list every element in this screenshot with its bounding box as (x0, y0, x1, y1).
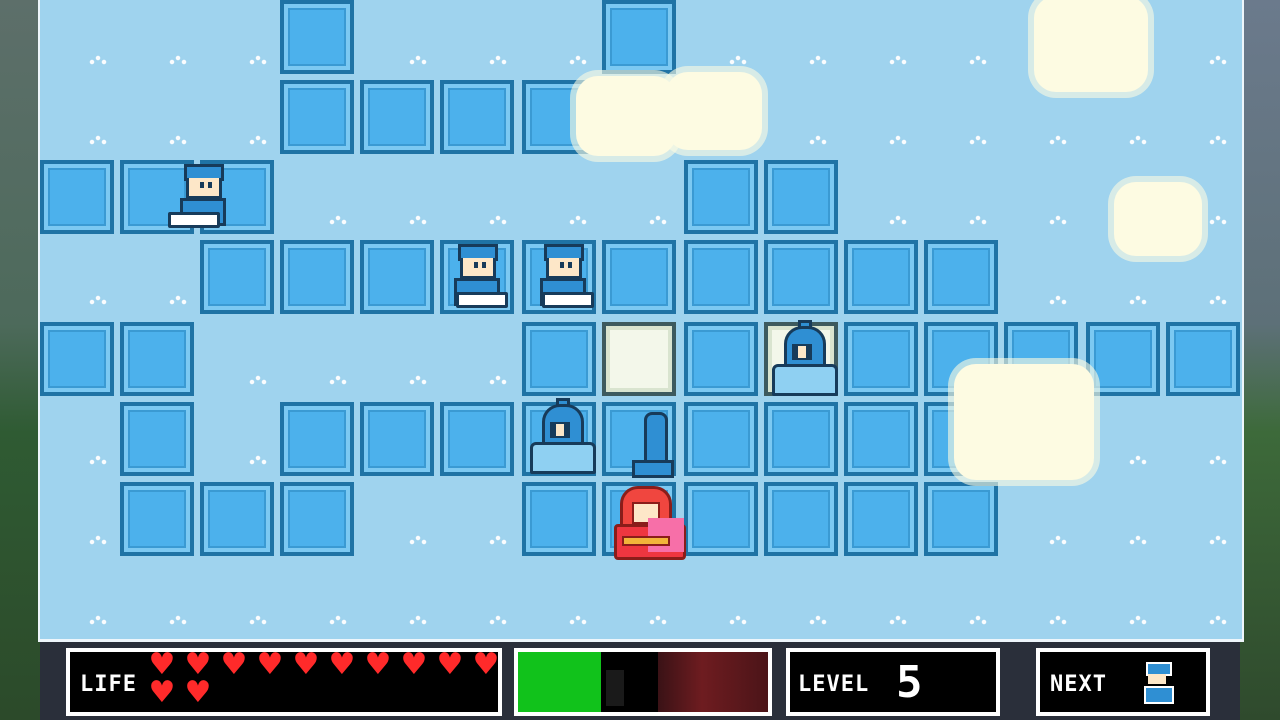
right-scenery (1240, 0, 1280, 720)
board-tile[interactable] (844, 402, 918, 476)
heart-icon: ♥ (148, 675, 176, 710)
board-tile[interactable] (40, 160, 114, 234)
heart-icon: ♥ (400, 647, 428, 682)
cloud (954, 364, 1094, 480)
board-tile[interactable] (280, 80, 354, 154)
board-tile[interactable] (844, 482, 918, 556)
board-tile[interactable] (684, 160, 758, 234)
board-tile[interactable] (440, 402, 514, 476)
highlighted-tile[interactable] (602, 322, 676, 396)
next-label: NEXT (1050, 672, 1107, 697)
power-gauge (514, 648, 772, 716)
enemy-soldier[interactable] (528, 240, 602, 314)
board-tile[interactable] (522, 322, 596, 396)
level-label: LEVEL (798, 672, 870, 697)
gauge-marker (606, 670, 624, 706)
board-tile[interactable] (684, 322, 758, 396)
board-tile[interactable] (1166, 322, 1240, 396)
left-scenery (0, 0, 40, 720)
board-tile[interactable] (522, 482, 596, 556)
enemy-soldier[interactable] (442, 240, 516, 314)
level-panel: LEVEL 5 (786, 648, 1000, 716)
board-tile[interactable] (120, 482, 194, 556)
board-tile[interactable] (844, 322, 918, 396)
cloud (576, 76, 676, 156)
heart-icon: ♥ (292, 647, 320, 682)
game-board[interactable] (38, 0, 1244, 642)
cloud (1034, 0, 1148, 92)
enemy-knight[interactable] (764, 320, 838, 398)
board-tile[interactable] (602, 240, 676, 314)
life-panel: LIFE ♥ ♥ ♥ ♥ ♥ ♥ ♥ ♥ ♥ ♥ ♥ ♥ (66, 648, 502, 716)
board-tile[interactable] (924, 482, 998, 556)
heart-icon: ♥ (220, 647, 248, 682)
enemy-soldier[interactable] (168, 160, 242, 234)
board-tile[interactable] (280, 402, 354, 476)
enemy-knight[interactable] (522, 398, 596, 476)
board-tile[interactable] (1086, 322, 1160, 396)
tower-piece[interactable] (632, 406, 674, 478)
board-tile[interactable] (764, 160, 838, 234)
board-tile[interactable] (360, 80, 434, 154)
board-tile[interactable] (764, 482, 838, 556)
heart-icon: ♥ (472, 647, 500, 682)
gauge-fill (518, 652, 601, 712)
board-tile[interactable] (280, 240, 354, 314)
heart-icon: ♥ (184, 675, 212, 710)
board-tile[interactable] (280, 482, 354, 556)
board-tile[interactable] (684, 402, 758, 476)
board-tile[interactable] (280, 0, 354, 74)
board-tile[interactable] (40, 322, 114, 396)
cloud (1114, 182, 1202, 256)
heart-icon: ♥ (328, 647, 356, 682)
board-tile[interactable] (360, 402, 434, 476)
soldier-icon (1138, 662, 1176, 704)
next-panel: NEXT (1036, 648, 1210, 716)
board-tile[interactable] (602, 0, 676, 74)
board-tile[interactable] (684, 240, 758, 314)
level-value: 5 (896, 657, 923, 708)
board-tile[interactable] (200, 240, 274, 314)
board-tile[interactable] (360, 240, 434, 314)
board-tile[interactable] (684, 482, 758, 556)
board-tile[interactable] (120, 322, 194, 396)
board-tile[interactable] (200, 482, 274, 556)
board-tile[interactable] (764, 240, 838, 314)
life-hearts: ♥ ♥ ♥ ♥ ♥ ♥ ♥ ♥ ♥ ♥ ♥ ♥ (146, 647, 506, 710)
board-tile[interactable] (844, 240, 918, 314)
cloud (666, 72, 762, 150)
board-tile[interactable] (120, 402, 194, 476)
heart-icon: ♥ (364, 647, 392, 682)
heart-icon: ♥ (256, 647, 284, 682)
heart-icon: ♥ (436, 647, 464, 682)
board-tile[interactable] (764, 402, 838, 476)
gauge-empty (658, 652, 768, 712)
board-tile[interactable] (440, 80, 514, 154)
life-label: LIFE (80, 672, 137, 697)
board-tile[interactable] (924, 240, 998, 314)
player-hero[interactable] (608, 484, 686, 560)
